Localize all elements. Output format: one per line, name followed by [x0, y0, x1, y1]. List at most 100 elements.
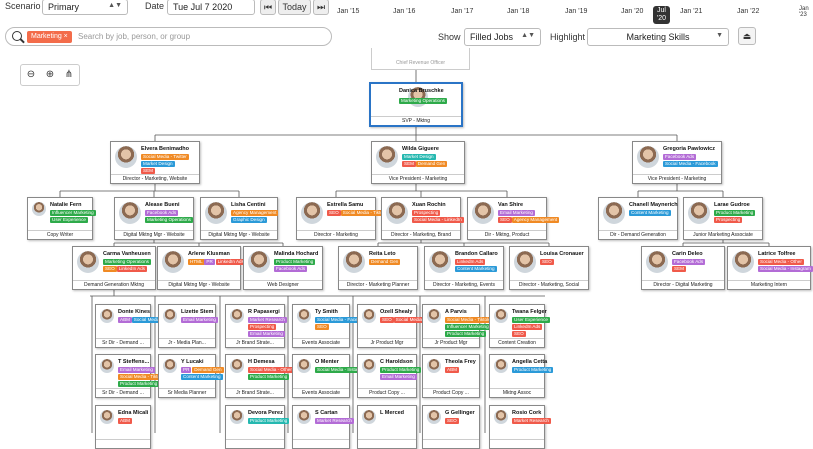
skill-tag: Product Marketing: [118, 381, 160, 387]
skill-tag: Email Marketing: [498, 210, 535, 216]
employee-card[interactable]: Lizette Stem Email Marketing Jr - Media Pl…: [158, 304, 218, 348]
avatar: [429, 251, 451, 273]
employee-card[interactable]: Theola Frey ABM Product Copy ...: [422, 354, 480, 398]
skill-tag: Influencer Marketing: [445, 324, 491, 330]
skill-tag: SEO: [380, 317, 394, 323]
employee-card[interactable]: Louisa Cronauer SEO Director - Marketing, …: [509, 246, 589, 290]
skill-tag: ABM: [118, 317, 132, 323]
employee-card[interactable]: Danica Bruschke Marketing Operations SVP -…: [369, 82, 463, 127]
avatar: [119, 202, 141, 224]
employee-card[interactable]: Ozell Shealy SEO Social Media - LinkedIn Jr…: [357, 304, 446, 348]
employee-card[interactable]: Alease Bueni Facebook Ads Marketing Operat…: [114, 197, 194, 240]
employee-card[interactable]: Xuan Rochin Prospecting Social Media - Lin…: [381, 197, 464, 240]
job-title: Director - Marketing Planner: [339, 280, 417, 289]
employee-card[interactable]: Natalie Fern Influencer Marketing User Exp…: [27, 197, 96, 240]
skill-tag: Demand Gen: [192, 367, 224, 373]
employee-card[interactable]: H Demesa Social Media - Other Product Mark…: [225, 354, 294, 398]
employee-name: H Demesa: [248, 359, 275, 365]
avatar: [494, 410, 508, 424]
skill-tag: User Experience: [512, 317, 550, 323]
employee-name: Y Lucaki: [181, 359, 204, 365]
employee-card[interactable]: R Papasergi Market Research Prospecting Ema…: [225, 304, 287, 348]
employee-card[interactable]: Donte KinesABMSocial Media - FacebookSr …: [95, 304, 187, 348]
employee-card[interactable]: Arlene Klusman HTML PR LinkedIn Ads Digital …: [157, 246, 246, 290]
avatar: [472, 202, 494, 224]
employee-name: Latrice Tolfree: [758, 251, 796, 257]
employee-card[interactable]: G Gellinger SEO: [422, 405, 480, 449]
skill-tag: SEO: [103, 266, 117, 272]
job-title: Digital Mktng Mgr - Website: [115, 230, 193, 239]
employee-card[interactable]: S Cartan Market Research: [292, 405, 354, 449]
employee-card[interactable]: Chanell Maynerich Content Marketing Dir - …: [598, 197, 678, 240]
avatar: [427, 410, 441, 424]
employee-card[interactable]: Reita Leto Demand Gen Director - Marketing…: [338, 246, 418, 290]
employee-card[interactable]: Larae Gudroe Product Marketing Prospecting…: [683, 197, 763, 240]
employee-card[interactable]: O Menter Social Media - Instagram Events A…: [292, 354, 370, 398]
job-title: Jr Brand Strate...: [226, 388, 284, 397]
avatar: [115, 146, 137, 168]
employee-card[interactable]: Devora Perez Product Marketing: [225, 405, 290, 449]
employee-card[interactable]: Lisha Centini Agency Management Graphic De…: [200, 197, 279, 240]
skill-tag: Agency Management: [231, 210, 279, 216]
skill-tag: Market Design: [402, 154, 436, 160]
parent-card-ghost[interactable]: Chief Revenue Officer: [371, 48, 470, 70]
avatar: [77, 251, 99, 273]
avatar: [376, 146, 398, 168]
employee-card[interactable]: Gregoria Pawlowicz Facebook Ads Social Med…: [632, 141, 722, 184]
skill-tag: LinkedIn Ads: [455, 259, 486, 265]
job-title: Director - Marketing, Brand: [382, 230, 460, 239]
employee-name: Larae Gudroe: [714, 202, 750, 208]
employee-card[interactable]: Estrella Samu SEO Social Media - Tiktok Dir…: [296, 197, 388, 240]
skill-tag: ABM: [445, 367, 459, 373]
avatar: [688, 202, 710, 224]
avatar: [514, 251, 536, 273]
job-title: Dir - Mktng, Product: [468, 230, 546, 239]
skill-tag: Email Marketing: [181, 317, 218, 323]
skill-tag: Facebook Ads: [145, 210, 179, 216]
skill-tag: Prospecting: [412, 210, 441, 216]
employee-name: Theola Frey: [445, 359, 476, 365]
job-title: Marketing Intern: [728, 280, 810, 289]
skill-tag: ABM: [118, 418, 132, 424]
employee-card[interactable]: Twana Felger User Experience LinkedIn Ads S…: [489, 304, 550, 348]
avatar: [386, 202, 408, 224]
employee-card[interactable]: C Haroldson Product Marketing Email Market…: [357, 354, 422, 398]
skill-tag: User Experience: [50, 217, 88, 223]
skill-tag: LinkedIn Ads: [116, 266, 148, 272]
skill-tag: SEM: [672, 266, 686, 272]
skill-tag: SEO: [327, 210, 341, 216]
job-title: SVP - Mktng: [371, 116, 461, 125]
employee-name: Lizette Stem: [181, 309, 214, 315]
employee-card[interactable]: Elvera Benimadho Social Media - Twitter Ma…: [110, 141, 200, 184]
avatar: [100, 359, 114, 373]
employee-card[interactable]: Carin Deleo Facebook Ads SEM Director - Dig…: [641, 246, 725, 290]
skill-tag: Social Media - LinkedIn: [412, 217, 464, 223]
skill-tag: Social Media - Other: [248, 367, 294, 373]
avatar: [32, 202, 46, 216]
employee-card[interactable]: Wilda Giguere Market Design SEM Demand Gen V…: [371, 141, 465, 184]
employee-card[interactable]: Carma Vanheusen Marketing Operations SEO Li…: [72, 246, 156, 290]
employee-card[interactable]: T Steffens... Email Marketing Social Media…: [95, 354, 165, 398]
employee-name: Ty Smith: [315, 309, 338, 315]
employee-card[interactable]: Latrice Tolfree Social Media - Other Socia…: [727, 246, 813, 290]
employee-name: S Cartan: [315, 410, 338, 416]
employee-card[interactable]: Malinda Hochard Product Marketing Facebook…: [243, 246, 323, 290]
skill-tag: Email Marketing: [380, 374, 417, 380]
skill-tag: Content Marketing: [629, 210, 671, 216]
job-title: Digital Mktng Mgr - Website: [158, 280, 240, 289]
employee-card[interactable]: Ty Smith Social Media - Facebook SEO Events…: [292, 304, 370, 348]
employee-card[interactable]: Angella Cetta Product Marketing Mktng Asso…: [489, 354, 554, 398]
skill-tag: Market Research: [248, 317, 287, 323]
employee-card[interactable]: Y Lucaki PR Demand Gen Content Marketing Sr …: [158, 354, 224, 398]
employee-name: Ozell Shealy: [380, 309, 413, 315]
avatar: [603, 202, 625, 224]
skill-tag: Content Marketing: [455, 266, 497, 272]
employee-card[interactable]: A Parvis Social Media - Tiktok Influencer …: [422, 304, 492, 348]
employee-card[interactable]: L Merced: [357, 405, 417, 449]
employee-name: Donte Kines: [118, 309, 151, 315]
job-title: [423, 439, 479, 448]
employee-card[interactable]: Brandon Callaro LinkedIn Ads Content Marke…: [424, 246, 504, 290]
employee-card[interactable]: Edna Micali ABM: [95, 405, 151, 449]
employee-card[interactable]: Van Shire Email Marketing SEO Agency Manage…: [467, 197, 560, 240]
employee-card[interactable]: Rosio Cork Market Research: [489, 405, 551, 449]
